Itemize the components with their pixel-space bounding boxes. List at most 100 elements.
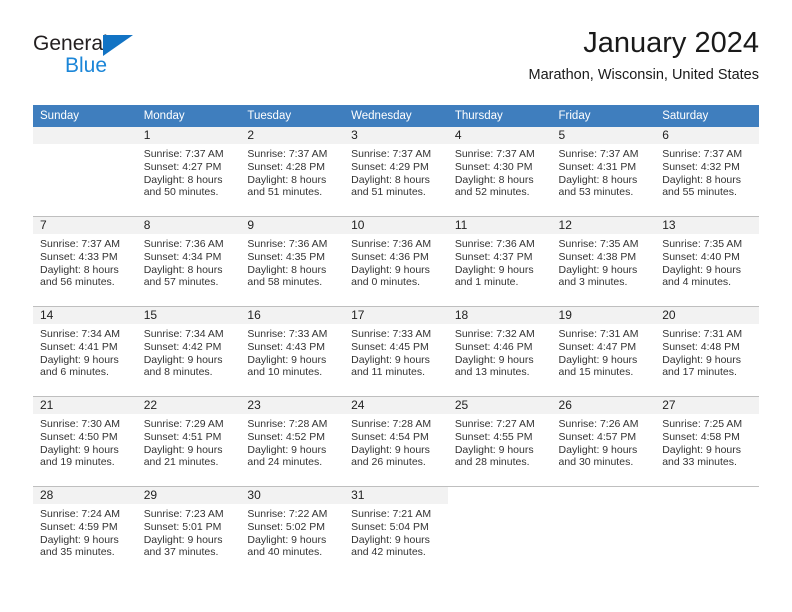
day-sunset-text: Sunset: 4:31 PM: [558, 160, 637, 173]
day-sun-info: Sunrise: 7:34 AM Sunset: 4:41 PM Daylight:…: [33, 324, 137, 379]
calendar-day-cell[interactable]: 17 Sunrise: 7:33 AM Sunset: 4:45 PM Dayligh…: [344, 306, 448, 397]
calendar-day-cell[interactable]: 6 Sunrise: 7:37 AM Sunset: 4:32 PM Daylight…: [655, 127, 759, 217]
calendar-day-cell[interactable]: 27 Sunrise: 7:25 AM Sunset: 4:58 PM Dayligh…: [655, 396, 759, 487]
day-number: 27: [655, 397, 759, 414]
day-sunset-text: Sunset: 4:59 PM: [40, 520, 118, 533]
day-number: [655, 487, 759, 504]
calendar-day-cell[interactable]: 23 Sunrise: 7:28 AM Sunset: 4:52 PM Dayligh…: [240, 396, 345, 487]
day-sunrise-text: Sunrise: 7:34 AM: [143, 328, 224, 340]
day-daylight1-text: Daylight: 8 hours: [40, 263, 119, 276]
day-daylight1-text: Daylight: 8 hours: [247, 263, 327, 276]
calendar-day-cell[interactable]: 18 Sunrise: 7:32 AM Sunset: 4:46 PM Dayligh…: [447, 306, 552, 397]
calendar-day-cell[interactable]: 5 Sunrise: 7:37 AM Sunset: 4:31 PM Daylight…: [551, 127, 656, 217]
calendar-day-cell[interactable]: 31 Sunrise: 7:21 AM Sunset: 5:04 PM Dayligh…: [344, 486, 448, 576]
day-daylight2-text: and 24 minutes.: [247, 456, 323, 469]
calendar-day-cell[interactable]: 14 Sunrise: 7:34 AM Sunset: 4:41 PM Dayligh…: [33, 306, 137, 397]
day-number: 18: [447, 307, 552, 324]
day-sunset-text: Sunset: 4:43 PM: [247, 340, 326, 353]
logo-triangle-icon: [103, 35, 133, 56]
general-blue-logo[interactable]: General Blue: [33, 32, 233, 88]
day-daylight1-text: Daylight: 9 hours: [454, 353, 534, 366]
day-number: 3: [344, 127, 448, 144]
day-sun-info: Sunrise: 7:33 AM Sunset: 4:43 PM Daylight:…: [240, 324, 344, 379]
calendar-day-cell[interactable]: 1 Sunrise: 7:37 AM Sunset: 4:27 PM Daylight…: [136, 127, 241, 217]
day-daylight1-text: Daylight: 9 hours: [558, 263, 638, 276]
calendar-day-cell[interactable]: 22 Sunrise: 7:29 AM Sunset: 4:51 PM Dayligh…: [136, 396, 241, 487]
calendar-day-cell[interactable]: 20 Sunrise: 7:31 AM Sunset: 4:48 PM Dayligh…: [655, 306, 759, 397]
calendar-day-cell[interactable]: 24 Sunrise: 7:28 AM Sunset: 4:54 PM Dayligh…: [344, 396, 448, 487]
day-sunset-text: Sunset: 4:45 PM: [351, 340, 429, 353]
day-daylight1-text: Daylight: 8 hours: [454, 173, 534, 186]
calendar-day-cell[interactable]: 28 Sunrise: 7:24 AM Sunset: 4:59 PM Dayligh…: [33, 486, 137, 576]
page-subtitle: Marathon, Wisconsin, United States: [528, 67, 760, 83]
day-number: [551, 487, 656, 504]
day-number: 22: [136, 397, 241, 414]
calendar-empty-cell: [447, 486, 552, 576]
day-number: 1: [136, 127, 241, 144]
calendar-day-cell[interactable]: 29 Sunrise: 7:23 AM Sunset: 5:01 PM Dayligh…: [136, 486, 241, 576]
calendar-day-cell[interactable]: 25 Sunrise: 7:27 AM Sunset: 4:55 PM Dayligh…: [447, 396, 552, 487]
calendar-day-cell[interactable]: 9 Sunrise: 7:36 AM Sunset: 4:35 PM Daylight…: [240, 216, 345, 307]
day-number: 24: [344, 397, 448, 414]
calendar-week-row: 7 Sunrise: 7:37 AM Sunset: 4:33 PM Daylight…: [33, 216, 759, 307]
day-daylight2-text: and 37 minutes.: [143, 546, 219, 559]
day-sunset-text: Sunset: 4:35 PM: [247, 250, 326, 263]
day-number: 21: [33, 397, 137, 414]
calendar-day-cell[interactable]: 3 Sunrise: 7:37 AM Sunset: 4:29 PM Daylight…: [344, 127, 448, 217]
day-number: 16: [240, 307, 345, 324]
day-sunrise-text: Sunrise: 7:36 AM: [454, 238, 535, 250]
calendar-day-cell[interactable]: 4 Sunrise: 7:37 AM Sunset: 4:30 PM Daylight…: [447, 127, 552, 217]
day-number: 31: [344, 487, 448, 504]
day-number: [33, 127, 137, 144]
calendar-empty-cell: [551, 486, 656, 576]
day-daylight2-text: and 15 minutes.: [558, 366, 634, 379]
day-number: 4: [447, 127, 552, 144]
calendar-day-cell[interactable]: 19 Sunrise: 7:31 AM Sunset: 4:47 PM Dayligh…: [551, 306, 656, 397]
calendar-page: General Blue January 2024 Marathon, Wisc…: [0, 0, 792, 612]
calendar-week-row: 21 Sunrise: 7:30 AM Sunset: 4:50 PM Dayligh…: [33, 396, 759, 487]
day-sunrise-text: Sunrise: 7:24 AM: [40, 508, 120, 520]
calendar-day-cell[interactable]: 12 Sunrise: 7:35 AM Sunset: 4:38 PM Dayligh…: [551, 216, 656, 307]
day-sunset-text: Sunset: 4:29 PM: [351, 160, 429, 173]
day-daylight1-text: Daylight: 9 hours: [143, 443, 223, 456]
day-sun-info: [448, 504, 552, 508]
day-number: 23: [240, 397, 345, 414]
calendar-day-cell[interactable]: 15 Sunrise: 7:34 AM Sunset: 4:42 PM Dayligh…: [136, 306, 241, 397]
calendar-grid: Sunday Monday Tuesday Wednesday Thursday…: [33, 105, 759, 576]
day-daylight2-text: and 11 minutes.: [351, 366, 426, 379]
day-daylight1-text: Daylight: 9 hours: [558, 443, 638, 456]
day-sunset-text: Sunset: 4:30 PM: [454, 160, 533, 173]
day-number: 14: [33, 307, 137, 324]
day-sunrise-text: Sunrise: 7:36 AM: [143, 238, 224, 250]
day-sunset-text: Sunset: 4:58 PM: [662, 430, 740, 443]
calendar-day-cell[interactable]: 30 Sunrise: 7:22 AM Sunset: 5:02 PM Dayligh…: [240, 486, 345, 576]
calendar-day-cell[interactable]: 21 Sunrise: 7:30 AM Sunset: 4:50 PM Dayligh…: [33, 396, 137, 487]
calendar-day-cell[interactable]: 10 Sunrise: 7:36 AM Sunset: 4:36 PM Dayligh…: [344, 216, 448, 307]
calendar-empty-cell: [33, 127, 137, 217]
day-sunset-text: Sunset: 4:40 PM: [662, 250, 740, 263]
calendar-day-cell[interactable]: 8 Sunrise: 7:36 AM Sunset: 4:34 PM Daylight…: [136, 216, 241, 307]
day-number: 17: [344, 307, 448, 324]
day-sun-info: Sunrise: 7:28 AM Sunset: 4:54 PM Daylight:…: [344, 414, 448, 469]
day-sun-info: [33, 144, 137, 148]
day-sun-info: Sunrise: 7:34 AM Sunset: 4:42 PM Daylight:…: [137, 324, 241, 379]
day-sunset-text: Sunset: 4:54 PM: [351, 430, 429, 443]
day-sun-info: Sunrise: 7:25 AM Sunset: 4:58 PM Daylight:…: [655, 414, 759, 469]
calendar-day-cell[interactable]: 2 Sunrise: 7:37 AM Sunset: 4:28 PM Daylight…: [240, 127, 345, 217]
day-sunset-text: Sunset: 4:57 PM: [558, 430, 637, 443]
calendar-day-cell[interactable]: 11 Sunrise: 7:36 AM Sunset: 4:37 PM Dayligh…: [447, 216, 552, 307]
day-daylight2-text: and 10 minutes.: [247, 366, 323, 379]
day-number: 29: [136, 487, 241, 504]
calendar-week-row: 28 Sunrise: 7:24 AM Sunset: 4:59 PM Dayligh…: [33, 486, 759, 576]
day-sunset-text: Sunset: 4:27 PM: [143, 160, 222, 173]
calendar-day-cell[interactable]: 13 Sunrise: 7:35 AM Sunset: 4:40 PM Dayligh…: [655, 216, 759, 307]
day-sunrise-text: Sunrise: 7:31 AM: [558, 328, 639, 340]
page-header: General Blue January 2024 Marathon, Wisc…: [33, 26, 759, 96]
day-number: [447, 487, 552, 504]
calendar-day-cell[interactable]: 7 Sunrise: 7:37 AM Sunset: 4:33 PM Daylight…: [33, 216, 137, 307]
calendar-day-cell[interactable]: 16 Sunrise: 7:33 AM Sunset: 4:43 PM Dayligh…: [240, 306, 345, 397]
calendar-day-cell[interactable]: 26 Sunrise: 7:26 AM Sunset: 4:57 PM Dayligh…: [551, 396, 656, 487]
day-daylight2-text: and 28 minutes.: [454, 456, 530, 469]
day-daylight1-text: Daylight: 8 hours: [558, 173, 638, 186]
day-sunrise-text: Sunrise: 7:28 AM: [247, 418, 328, 430]
